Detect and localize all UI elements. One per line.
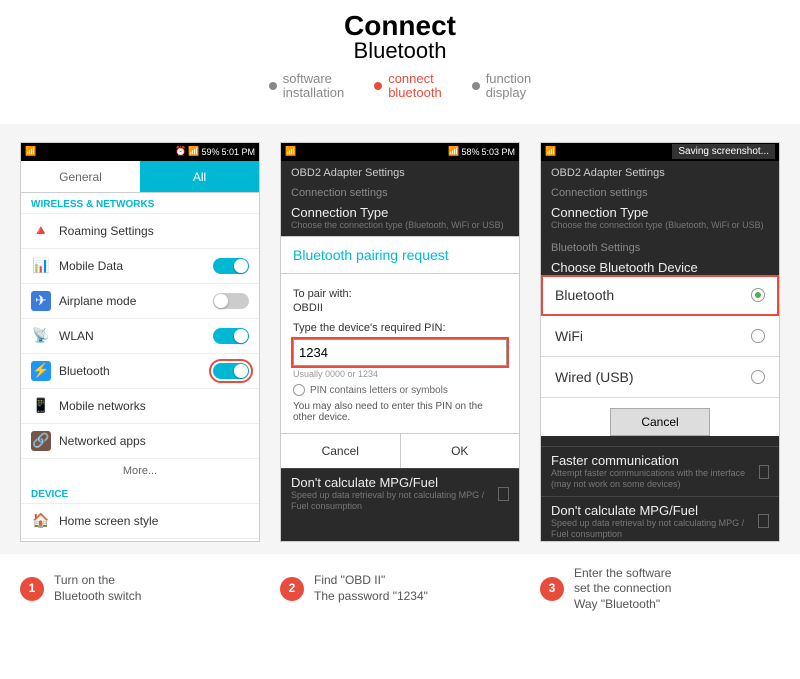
pin-hint: Usually 0000 or 1234 [293,369,507,379]
radio-icon [293,384,305,396]
more-link[interactable]: More... [21,459,259,483]
nav-software: softwareinstallation [269,72,344,101]
choose-bt-title: Choose Bluetooth Device [541,256,779,275]
apps-icon: 🔗 [31,431,51,451]
connection-type-dialog: Bluetooth WiFi Wired (USB) Cancel [541,275,779,436]
captions-row: 1Turn on theBluetooth switch 2Find "OBD … [0,554,800,625]
option-bluetooth[interactable]: Bluetooth [541,275,779,316]
alarm-icon: ⏰ [175,146,186,157]
checkbox-icon [758,514,769,528]
cancel-button[interactable]: Cancel [281,434,401,468]
dot-icon [374,82,382,90]
dot-icon [269,82,277,90]
row-home-screen[interactable]: 🏠Home screen style [21,504,259,539]
screenshot-1: 📶 ⏰📶59%5:01 PM General All WIRELESS & NE… [20,142,260,542]
radio-icon [751,329,765,343]
screenshots-band: HTEDVRC 📶 ⏰📶59%5:01 PM General All WIREL… [0,124,800,554]
step-number: 3 [540,577,564,601]
step-number: 1 [20,577,44,601]
row-dont-calc[interactable]: Don't calculate MPG/FuelSpeed up data re… [541,496,779,542]
bt-settings-h: Bluetooth Settings [541,236,779,256]
wifi-icon: 📶 [448,146,459,157]
conn-settings-h: Connection settings [541,181,779,201]
toggle-mobile-data[interactable] [213,258,249,274]
pin-label: Type the device's required PIN: [293,322,507,334]
saving-toast: Saving screenshot... [672,144,775,159]
checkbox-icon [498,487,509,501]
pairing-dialog: Bluetooth pairing request To pair with: … [281,236,519,468]
status-bar: 📶 Saving screenshot... [541,143,779,161]
conn-type-sub: Choose the connection type (Bluetooth, W… [281,220,519,237]
row-roaming[interactable]: 🔺Roaming Settings [21,214,259,249]
radio-icon [751,370,765,384]
dot-icon [472,82,480,90]
row-airplane[interactable]: ✈Airplane mode [21,284,259,319]
dialog-footer: Cancel OK [281,433,519,468]
pin-input[interactable] [293,339,507,366]
radio-icon [751,288,765,302]
caption-3: 3Enter the softwareset the connectionWay… [540,566,780,613]
row-networked-apps[interactable]: 🔗Networked apps [21,424,259,459]
screenshot-3: 📶 Saving screenshot... OBD2 Adapter Sett… [540,142,780,542]
nav-connect: connectbluetooth [374,72,442,101]
option-wired[interactable]: Wired (USB) [541,357,779,398]
screen-title: OBD2 Adapter Settings [541,161,779,181]
conn-type-title: Connection Type [281,201,519,220]
roaming-icon: 🔺 [31,221,51,241]
signal-icon: 📶 [25,146,36,157]
row-mobile-data[interactable]: 📊Mobile Data [21,249,259,284]
toggle-airplane[interactable] [213,293,249,309]
cancel-button[interactable]: Cancel [610,408,709,436]
row-sound[interactable]: 🔊Sound [21,539,259,542]
conn-type-sub: Choose the connection type (Bluetooth, W… [541,220,779,237]
row-dont-calc[interactable]: Don't calculate MPG/FuelSpeed up data re… [281,468,519,518]
step-nav: softwareinstallation connectbluetooth fu… [0,72,800,101]
airplane-icon: ✈ [31,291,51,311]
screenshot-2: 📶 📶58%5:03 PM OBD2 Adapter Settings Conn… [280,142,520,542]
checkbox-icon [759,465,769,479]
home-icon: 🏠 [31,511,51,531]
dialog-title: Bluetooth pairing request [281,237,519,274]
conn-settings-h: Connection settings [281,181,519,201]
ok-button[interactable]: OK [401,434,520,468]
signal-icon: 📶 [545,146,556,157]
page-subtitle: Bluetooth [0,38,800,64]
section-device: DEVICE [21,483,259,504]
pair-with-value: OBDII [293,302,507,314]
status-bar: 📶 ⏰📶59%5:01 PM [21,143,259,161]
section-wireless: WIRELESS & NETWORKS [21,193,259,214]
bluetooth-icon: ⚡ [31,361,51,381]
wifi-icon: 📶 [188,146,199,157]
tab-general[interactable]: General [21,161,140,193]
pin-letters-checkbox[interactable]: PIN contains letters or symbols [293,384,507,396]
page-header: Connect Bluetooth softwareinstallation c… [0,0,800,109]
caption-1: 1Turn on theBluetooth switch [20,566,260,613]
caption-2: 2Find "OBD II"The password "1234" [280,566,520,613]
pin-note: You may also need to enter this PIN on t… [293,401,507,423]
toggle-wlan[interactable] [213,328,249,344]
step-number: 2 [280,577,304,601]
signal-icon: 📶 [285,146,296,157]
toggle-bluetooth[interactable] [213,363,249,379]
networks-icon: 📱 [31,396,51,416]
status-bar: 📶 📶58%5:03 PM [281,143,519,161]
screen-title: OBD2 Adapter Settings [281,161,519,181]
option-wifi[interactable]: WiFi [541,316,779,357]
pair-with-label: To pair with: [293,288,507,300]
nav-function: functiondisplay [472,72,532,101]
row-faster[interactable]: Faster communicationAttempt faster commu… [541,446,779,496]
tab-all[interactable]: All [140,161,259,193]
conn-type-title: Connection Type [541,201,779,220]
settings-tabs: General All [21,161,259,193]
row-mobile-networks[interactable]: 📱Mobile networks [21,389,259,424]
wlan-icon: 📡 [31,326,51,346]
row-bluetooth[interactable]: ⚡Bluetooth [21,354,259,389]
row-wlan[interactable]: 📡WLAN [21,319,259,354]
data-icon: 📊 [31,256,51,276]
